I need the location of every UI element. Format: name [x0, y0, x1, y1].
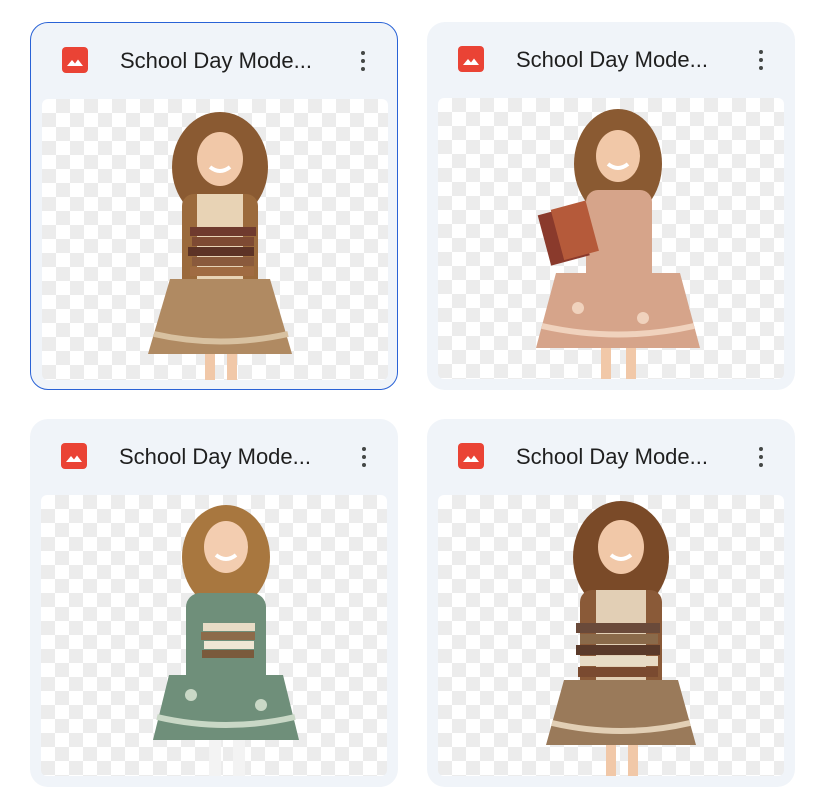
more-options-icon[interactable] [745, 42, 777, 78]
file-grid: School Day Mode... School Day Mode... Sc… [0, 0, 816, 800]
file-title[interactable]: School Day Mode... [120, 47, 330, 75]
file-title[interactable]: School Day Mode... [516, 46, 726, 74]
more-options-icon[interactable] [745, 439, 777, 475]
file-thumbnail[interactable] [41, 495, 387, 776]
file-card[interactable]: School Day Mode... [427, 22, 795, 390]
image-file-icon [458, 46, 484, 72]
file-card-header: School Day Mode... [427, 22, 795, 98]
file-card[interactable]: School Day Mode... [30, 419, 398, 787]
file-card-header: School Day Mode... [427, 419, 795, 495]
girl-with-books-image [546, 501, 696, 776]
more-options-icon[interactable] [348, 439, 380, 475]
file-card-header: School Day Mode... [31, 23, 397, 99]
image-file-icon [62, 47, 88, 73]
file-card-header: School Day Mode... [30, 419, 398, 495]
more-options-icon[interactable] [347, 43, 379, 79]
girl-with-books-image [148, 112, 292, 380]
file-title[interactable]: School Day Mode... [516, 443, 726, 471]
file-card[interactable]: School Day Mode... [427, 419, 795, 787]
file-thumbnail[interactable] [42, 99, 388, 380]
file-card[interactable]: School Day Mode... [30, 22, 398, 390]
image-file-icon [458, 443, 484, 469]
girl-with-books-image [536, 109, 700, 379]
image-file-icon [61, 443, 87, 469]
file-thumbnail[interactable] [438, 98, 784, 379]
file-title[interactable]: School Day Mode... [119, 443, 329, 471]
girl-with-books-image [153, 505, 299, 776]
file-thumbnail[interactable] [438, 495, 784, 776]
